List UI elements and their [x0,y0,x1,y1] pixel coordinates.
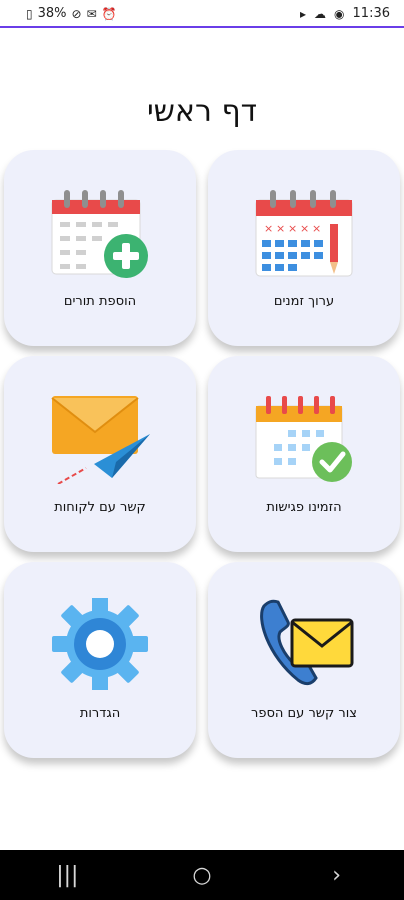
svg-text:×: × [300,222,309,235]
add-appointments-label: הוספת תורים [63,294,137,309]
contact-barber-tile[interactable]: צור קשר עם הספר [208,562,400,758]
page-title: דף ראשי [146,94,258,129]
mail-icon: ✉ [86,6,97,21]
menu-grid: × × × × × ערוך זמנים הוספת תורים הזמינו … [4,150,400,760]
calendar-edit-icon: × × × × × [255,190,353,277]
settings-tile[interactable]: הגדרות [4,562,196,758]
svg-text:×: × [312,222,321,235]
mute-icon: ⊘ [71,6,82,21]
home-button[interactable]: ○ [162,863,242,888]
gear-icon [52,598,148,690]
app-icon: ◉ [334,6,345,21]
svg-text:×: × [264,222,273,235]
add-appointments-tile[interactable]: הוספת תורים [4,150,196,346]
alarm-icon: ⏰ [101,6,117,21]
svg-text:×: × [276,222,285,235]
contact-barber-label: צור קשר עם הספר [251,706,357,721]
book-meetings-tile[interactable]: הזמינו פגישות [208,356,400,552]
book-meetings-label: הזמינו פגישות [266,500,342,515]
contact-clients-label: קשר עם לקוחות [54,500,146,515]
clock: 11:36 [352,6,390,21]
battery-percent: 38% [37,6,67,21]
phone-mail-icon [260,599,354,686]
calendar-add-icon [51,190,148,278]
navigation-bar: ||| ○ › [0,850,404,900]
settings-label: הגדרות [79,706,121,721]
battery-icon: ▯ [26,6,33,21]
cast-icon: ▸ [300,6,307,21]
contact-clients-tile[interactable]: קשר עם לקוחות [4,356,196,552]
status-left: ▯ 38% ⊘ ✉ ⏰ [26,6,117,21]
calendar-check-icon [255,396,352,482]
back-button[interactable]: › [297,863,377,888]
cloud-icon: ☁ [314,6,327,21]
edit-times-tile[interactable]: × × × × × ערוך זמנים [208,150,400,346]
envelope-send-icon [51,396,150,484]
edit-times-label: ערוך זמנים [273,294,335,309]
status-right: ▸ ☁ ◉ 11:36 [300,6,390,21]
status-bar: ▯ 38% ⊘ ✉ ⏰ ▸ ☁ ◉ 11:36 [0,0,404,28]
svg-text:×: × [288,222,297,235]
recents-button[interactable]: ||| [27,863,107,888]
